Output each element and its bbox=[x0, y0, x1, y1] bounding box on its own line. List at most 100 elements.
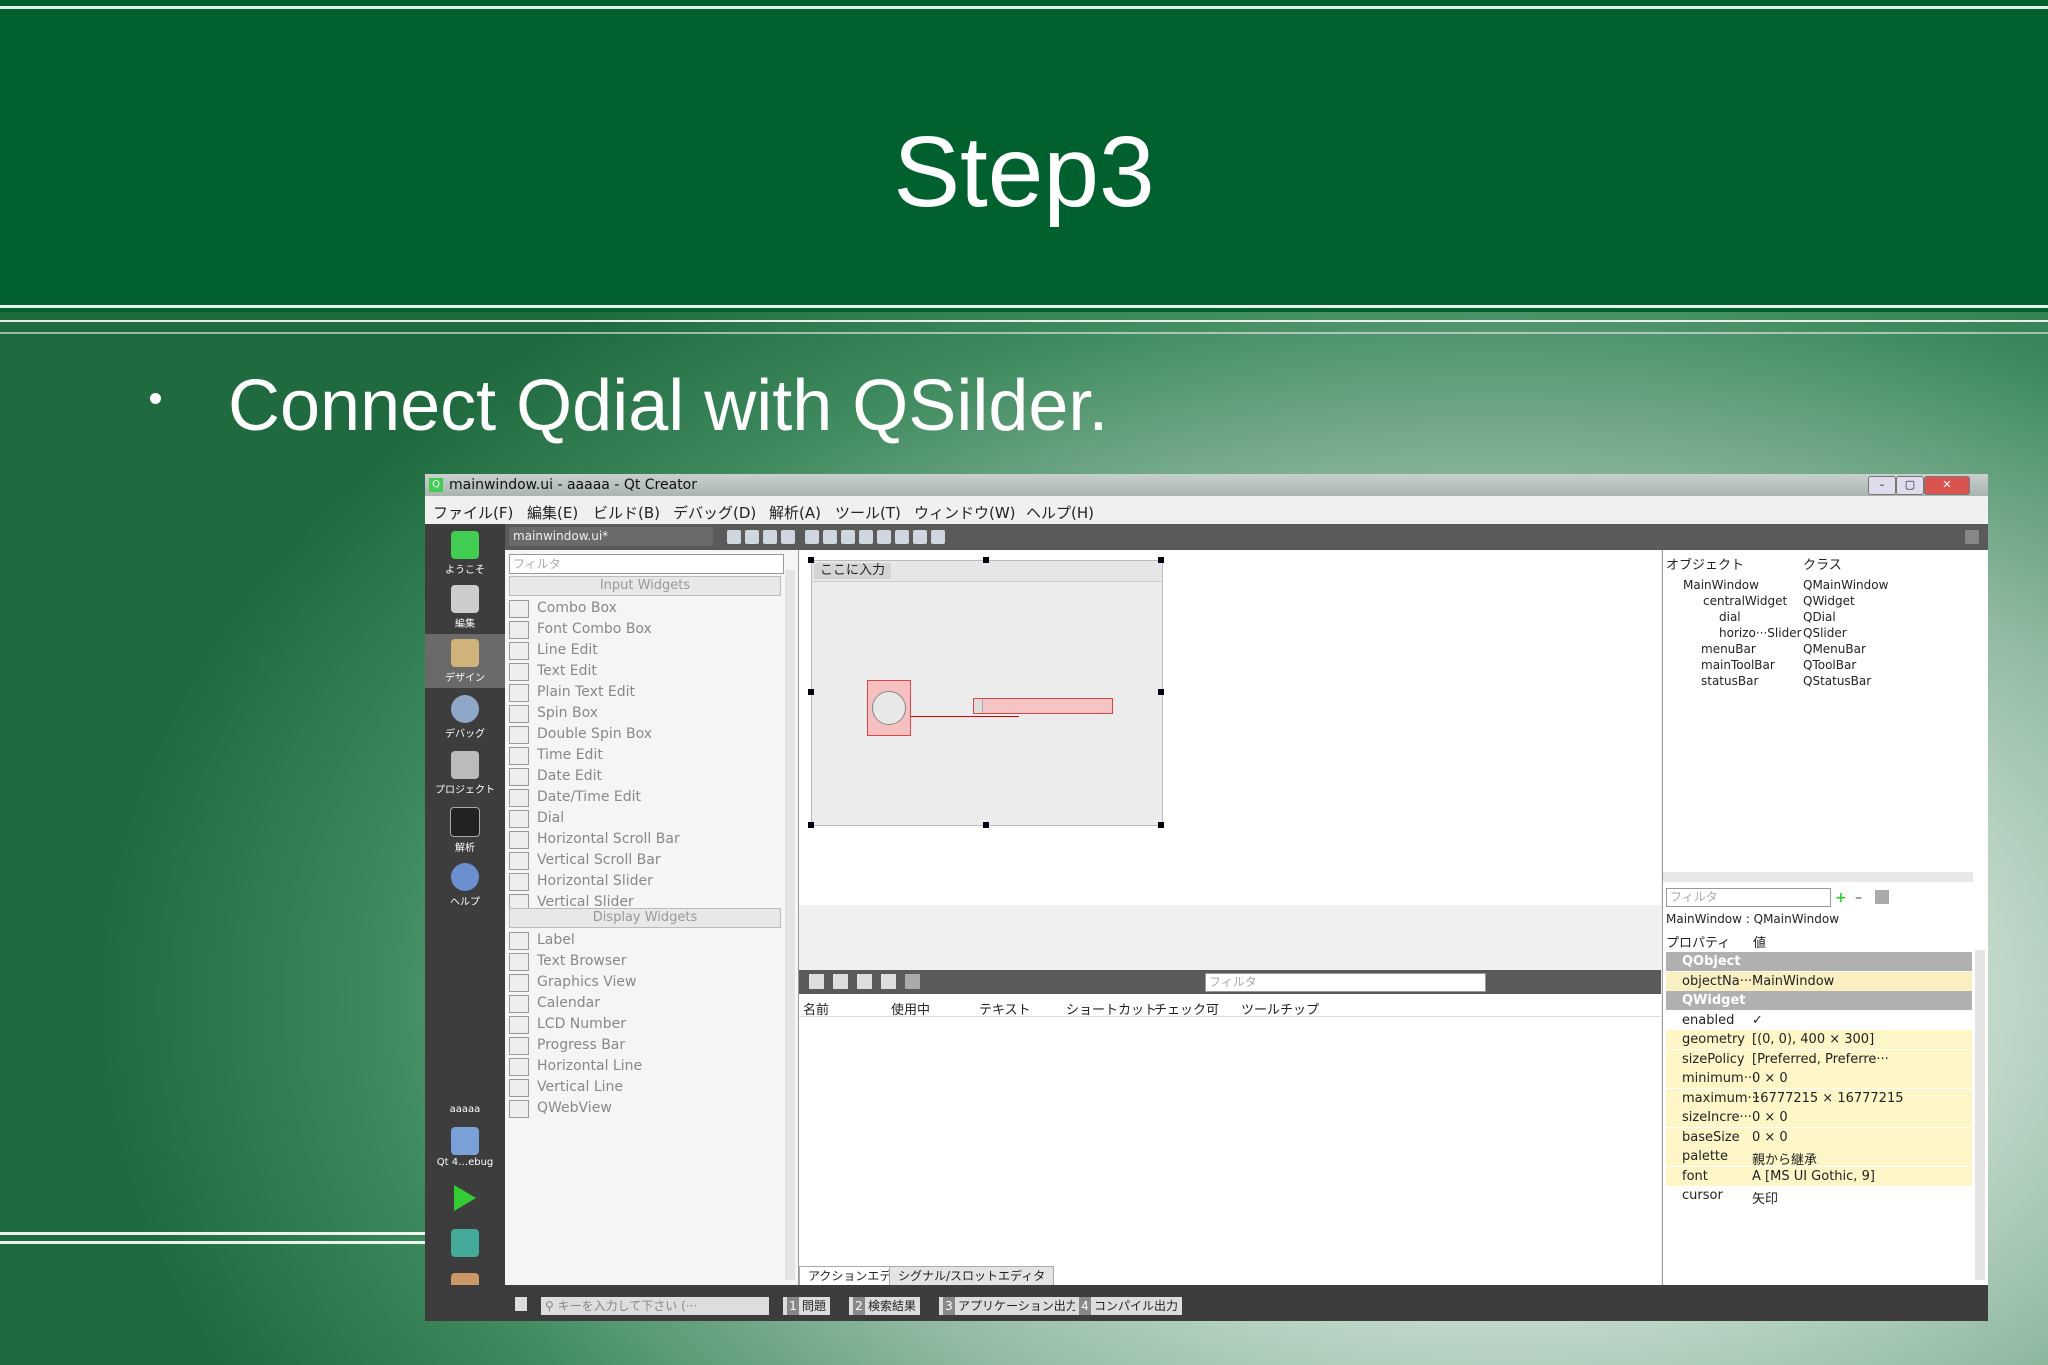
edit-signals-icon[interactable] bbox=[745, 530, 759, 544]
property-row[interactable]: cursor 矢印 bbox=[1666, 1186, 1972, 1207]
layout-grid-icon[interactable] bbox=[877, 530, 891, 544]
add-property-icon[interactable]: + bbox=[1835, 890, 1849, 906]
object-inspector-hscroll[interactable] bbox=[1663, 872, 1973, 882]
widget-item[interactable]: Font Combo Box bbox=[509, 619, 779, 640]
property-row[interactable]: enabled ✓ bbox=[1666, 1011, 1972, 1030]
object-row[interactable]: statusBar QStatusBar bbox=[1663, 674, 1973, 690]
run-button[interactable] bbox=[425, 1180, 505, 1218]
object-row[interactable]: MainWindow QMainWindow bbox=[1663, 578, 1973, 594]
edit-widgets-icon[interactable] bbox=[727, 530, 741, 544]
break-layout-icon[interactable] bbox=[913, 530, 927, 544]
open-document-selector[interactable]: mainwindow.ui* bbox=[509, 527, 713, 546]
widget-item[interactable]: Horizontal Slider bbox=[509, 871, 779, 892]
menu-file[interactable]: ファイル(F) bbox=[433, 502, 513, 523]
debug-run-button[interactable] bbox=[425, 1224, 505, 1262]
property-scrollbar[interactable] bbox=[1975, 950, 1985, 1280]
tab-signal-slot-editor[interactable]: シグナル/スロットエディタ bbox=[889, 1266, 1055, 1286]
main-window-form[interactable]: ここに入力 bbox=[811, 560, 1163, 826]
action-filter-input[interactable]: フィルタ bbox=[1205, 973, 1486, 992]
category-display-widgets[interactable]: Display Widgets bbox=[509, 908, 781, 928]
col-property[interactable]: プロパティ bbox=[1666, 932, 1730, 951]
menu-edit[interactable]: 編集(E) bbox=[527, 502, 578, 523]
locator-input[interactable]: ⚲ キーを入力して下さい (··· bbox=[541, 1297, 769, 1315]
signal-connection-line[interactable] bbox=[909, 716, 1019, 717]
property-row[interactable]: sizeIncre··· 0 × 0 bbox=[1666, 1108, 1972, 1127]
object-row[interactable]: dial QDial bbox=[1663, 610, 1973, 626]
minimize-button[interactable]: – bbox=[1868, 476, 1896, 495]
resize-handle[interactable] bbox=[808, 689, 814, 695]
widget-item[interactable]: Line Edit bbox=[509, 640, 779, 661]
widget-item[interactable]: Vertical Line bbox=[509, 1077, 779, 1098]
mode-welcome[interactable]: ようこそ bbox=[425, 526, 505, 580]
col-object[interactable]: オブジェクト bbox=[1666, 554, 1744, 573]
layout-hsplit-icon[interactable] bbox=[841, 530, 855, 544]
wrench-icon[interactable] bbox=[1875, 890, 1889, 904]
menu-analyze[interactable]: 解析(A) bbox=[769, 502, 821, 523]
property-row[interactable]: QObject bbox=[1666, 952, 1972, 971]
delete-action-icon[interactable] bbox=[881, 974, 896, 989]
object-row[interactable]: horizo···Slider QSlider bbox=[1663, 626, 1973, 642]
property-filter-input[interactable]: フィルタ bbox=[1666, 888, 1831, 907]
copy-action-icon[interactable] bbox=[833, 974, 848, 989]
mode-projects[interactable]: プロジェクト bbox=[425, 746, 505, 800]
close-button[interactable]: ✕ bbox=[1924, 476, 1970, 495]
resize-handle[interactable] bbox=[1158, 822, 1164, 828]
object-row[interactable]: menuBar QMenuBar bbox=[1663, 642, 1973, 658]
pane-application-output[interactable]: 3 アプリケーション出力 bbox=[939, 1297, 1082, 1315]
mode-edit[interactable]: 編集 bbox=[425, 580, 505, 634]
edit-taborder-icon[interactable] bbox=[781, 530, 795, 544]
property-row[interactable]: geometry [(0, 0), 400 × 300] bbox=[1666, 1030, 1972, 1049]
widget-item[interactable]: Plain Text Edit bbox=[509, 682, 779, 703]
remove-property-icon[interactable]: – bbox=[1855, 890, 1869, 906]
category-input-widgets[interactable]: Input Widgets bbox=[509, 576, 781, 596]
property-row[interactable]: objectNa··· MainWindow bbox=[1666, 971, 1972, 991]
horizontal-slider-widget[interactable] bbox=[973, 698, 1113, 714]
widget-item[interactable]: Time Edit bbox=[509, 745, 779, 766]
mode-debug[interactable]: デバッグ bbox=[425, 690, 505, 744]
menu-tools[interactable]: ツール(T) bbox=[835, 502, 901, 523]
resize-handle[interactable] bbox=[808, 822, 814, 828]
widget-item[interactable]: Progress Bar bbox=[509, 1035, 779, 1056]
object-row[interactable]: mainToolBar QToolBar bbox=[1663, 658, 1973, 674]
adjust-size-icon[interactable] bbox=[931, 530, 945, 544]
widget-item[interactable]: Combo Box bbox=[509, 598, 779, 619]
menu-window[interactable]: ウィンドウ(W) bbox=[914, 502, 1016, 523]
property-row[interactable]: palette 親から継承 bbox=[1666, 1147, 1972, 1168]
pane-compile-output[interactable]: 4 コンパイル出力 bbox=[1075, 1297, 1183, 1315]
menu-build[interactable]: ビルド(B) bbox=[593, 502, 660, 523]
col-value[interactable]: 値 bbox=[1753, 932, 1766, 951]
col-class[interactable]: クラス bbox=[1803, 554, 1842, 573]
widget-item[interactable]: Text Edit bbox=[509, 661, 779, 682]
property-row[interactable]: maximum··· 16777215 × 16777215 bbox=[1666, 1088, 1972, 1108]
property-row[interactable]: baseSize 0 × 0 bbox=[1666, 1127, 1972, 1147]
resize-handle[interactable] bbox=[983, 822, 989, 828]
mode-analyze[interactable]: 解析 bbox=[425, 802, 505, 856]
maximize-button[interactable]: ▢ bbox=[1896, 476, 1924, 495]
property-row[interactable]: QWidget bbox=[1666, 991, 1972, 1010]
pane-issues[interactable]: 1 問題 bbox=[783, 1297, 831, 1315]
widget-item[interactable]: Calendar bbox=[509, 993, 779, 1014]
widget-item[interactable]: Date Edit bbox=[509, 766, 779, 787]
widget-item[interactable]: QWebView bbox=[509, 1098, 779, 1119]
property-row[interactable]: minimum··· 0 × 0 bbox=[1666, 1069, 1972, 1088]
menu-placeholder[interactable]: ここに入力 bbox=[814, 563, 892, 579]
layout-form-icon[interactable] bbox=[895, 530, 909, 544]
kit-selector[interactable]: Qt 4…ebug bbox=[425, 1122, 505, 1176]
wrench-icon[interactable] bbox=[905, 974, 920, 989]
layout-horizontal-icon[interactable] bbox=[805, 530, 819, 544]
widget-item[interactable]: Spin Box bbox=[509, 703, 779, 724]
menu-debug[interactable]: デバッグ(D) bbox=[673, 502, 756, 523]
widget-item[interactable]: Graphics View bbox=[509, 972, 779, 993]
mode-design[interactable]: デザイン bbox=[425, 634, 505, 688]
resize-handle[interactable] bbox=[808, 557, 814, 563]
layout-vertical-icon[interactable] bbox=[823, 530, 837, 544]
resize-handle[interactable] bbox=[983, 557, 989, 563]
toggle-sidebar-icon[interactable] bbox=[515, 1297, 527, 1311]
mode-help[interactable]: ヘルプ bbox=[425, 858, 505, 912]
pane-search-results[interactable]: 2 検索結果 bbox=[849, 1297, 921, 1315]
widget-item[interactable]: LCD Number bbox=[509, 1014, 779, 1035]
dial-widget[interactable] bbox=[867, 680, 911, 736]
widget-item[interactable]: Text Browser bbox=[509, 951, 779, 972]
widget-item[interactable]: Horizontal Line bbox=[509, 1056, 779, 1077]
edit-buddies-icon[interactable] bbox=[763, 530, 777, 544]
